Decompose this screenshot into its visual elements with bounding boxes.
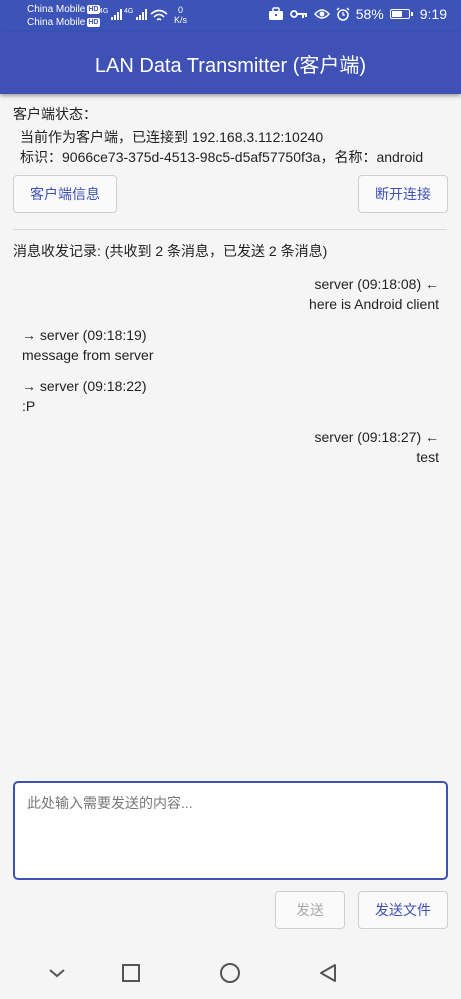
battery-percent: 58% [355,6,384,22]
navigation-bar [0,947,461,999]
hd-badge: HD [87,5,100,14]
status-right: 58% 9:19 [268,6,447,22]
alarm-icon [336,7,350,21]
client-info-button[interactable]: 客户端信息 [13,175,117,213]
carrier-2: China Mobile HD [27,17,100,28]
message-header: server (09:18:27) ← [314,429,440,445]
recents-square-icon[interactable] [119,961,143,985]
back-triangle-icon[interactable] [316,961,340,985]
message-body: here is Android client [309,296,439,312]
status-bar: China Mobile HD China Mobile HD 4G 4G 0 K/s… [0,0,461,32]
key-icon [289,10,307,18]
disconnect-button[interactable]: 断开连接 [358,175,448,213]
send-file-button[interactable]: 发送文件 [358,891,448,929]
briefcase-icon [268,7,283,20]
message-log-heading: 消息收发记录: (共收到 2 条消息，已发送 2 条消息) [13,243,328,259]
wifi-icon [150,9,168,21]
back-chevron-icon[interactable] [45,961,69,985]
message-item: server (09:18:08) ← here is Android clie… [309,274,439,314]
message-header: → server (09:18:19) [22,327,147,343]
message-input-box[interactable] [13,781,448,880]
message-item: → server (09:18:19) message from server [22,325,153,365]
hd-badge: HD [87,18,100,27]
message-header: server (09:18:08) ← [314,276,440,292]
message-body: :P [22,398,36,414]
connection-status: 当前作为客户端，已连接到 192.168.3.112:10240 [20,129,324,145]
clock: 9:19 [419,6,447,22]
carrier-1: China Mobile HD [27,4,100,15]
divider [13,229,447,230]
home-circle-icon[interactable] [218,961,242,985]
message-item: server (09:18:27) ← test [315,427,440,467]
message-input[interactable] [15,783,446,878]
message-item: → server (09:18:22) :P [22,376,147,416]
signal-2-icon: 4G [124,8,148,21]
signal-1-icon: 4G [99,8,123,21]
message-body: message from server [22,347,154,363]
eye-icon [313,9,330,19]
message-body: test [416,449,439,465]
send-button[interactable]: 发送 [275,891,345,929]
client-identity: 标识：9066ce73-375d-4513-98c5-d5af57750f3a，… [20,149,424,165]
network-speed: 0 K/s [174,5,188,25]
battery-icon [389,9,413,19]
app-bar: LAN Data Transmitter (客户端) [0,32,461,94]
message-header: → server (09:18:22) [22,378,147,394]
client-status-heading: 客户端状态： [13,106,97,122]
app-title: LAN Data Transmitter (客户端) [94,54,367,77]
